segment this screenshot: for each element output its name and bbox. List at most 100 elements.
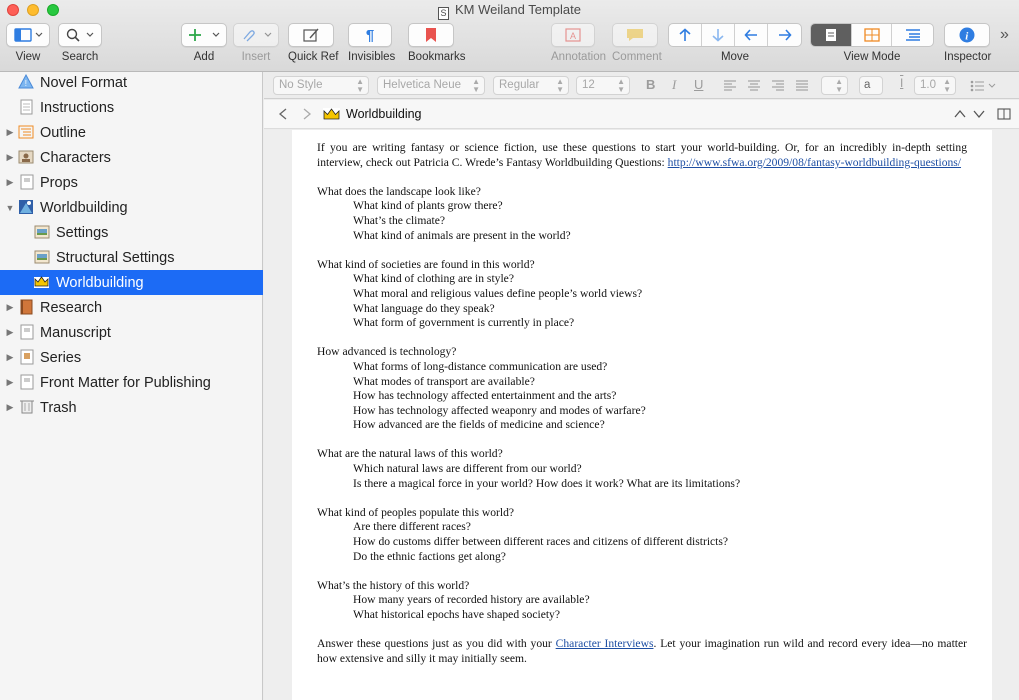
- binder-item-settings[interactable]: Settings: [0, 220, 263, 245]
- question-heading: What are the natural laws of this world?: [317, 447, 503, 461]
- series-card-icon: [20, 349, 34, 365]
- add-control[interactable]: Add: [181, 23, 227, 63]
- binder-item-novel-format[interactable]: ! Novel Format: [0, 70, 263, 95]
- quick-ref-control[interactable]: Quick Ref: [288, 23, 339, 63]
- question-heading: What kind of societies are found in this…: [317, 257, 535, 271]
- binder-item-outline[interactable]: ▶ Outline: [0, 120, 263, 145]
- binder-item-research[interactable]: ▶ Research: [0, 295, 263, 320]
- disclosure-triangle-icon[interactable]: ▶: [5, 327, 15, 338]
- sub-question: What kind of animals are present in the …: [353, 228, 571, 242]
- move-left-arrow-icon[interactable]: [735, 24, 768, 46]
- view-control[interactable]: View: [6, 23, 50, 63]
- binder-item-props[interactable]: ▶ Props: [0, 170, 263, 195]
- binder-item-worldbuilding-folder[interactable]: ▼ Worldbuilding: [0, 195, 263, 220]
- move-label: Move: [720, 51, 750, 63]
- highlight-color-select[interactable]: ▲ ▼: [821, 76, 848, 95]
- worldbuilding-questions-link[interactable]: http://www.sfwa.org/2009/08/fantasy-worl…: [668, 156, 961, 169]
- bookmarks-control[interactable]: Bookmarks: [408, 23, 466, 63]
- outline-icon: [18, 125, 34, 139]
- italic-button[interactable]: I: [672, 77, 676, 93]
- view-mode-label: View Mode: [843, 51, 901, 63]
- comment-control[interactable]: Comment: [612, 23, 662, 63]
- toolbar-overflow-icon[interactable]: »: [1000, 26, 1009, 44]
- pilcrow-icon[interactable]: ¶: [348, 23, 392, 47]
- font-size-select[interactable]: 12 ▲ ▼: [576, 76, 630, 95]
- view-button[interactable]: [6, 23, 50, 47]
- sub-question: What forms of long-distance communicatio…: [353, 359, 608, 373]
- binder-item-series[interactable]: ▶ Series: [0, 345, 263, 370]
- search-control[interactable]: Search: [58, 23, 102, 63]
- binder-item-characters[interactable]: ▶ Characters: [0, 145, 263, 170]
- forward-arrow-icon[interactable]: [302, 108, 312, 120]
- search-label: Search: [61, 51, 99, 63]
- folder-icon: [20, 324, 34, 340]
- paragraph-style-select[interactable]: No Style ▲ ▼: [273, 76, 369, 95]
- editor-header-bar: Worldbuilding: [264, 100, 1019, 129]
- font-weight-select[interactable]: Regular ▲ ▼: [493, 76, 569, 95]
- previous-document-icon[interactable]: [954, 109, 966, 119]
- character-interviews-link[interactable]: Character Interviews: [556, 637, 654, 650]
- alignment-icons[interactable]: [722, 80, 832, 92]
- window-toolbar: S KM Weiland Template View Search Add In…: [0, 0, 1019, 72]
- disclosure-triangle-icon[interactable]: ▶: [5, 127, 15, 138]
- document-text[interactable]: If you are writing fantasy or science fi…: [317, 141, 967, 666]
- question-heading: What kind of peoples populate this world…: [317, 505, 515, 519]
- paperclip-icon: [243, 30, 272, 42]
- comment-button[interactable]: [612, 23, 658, 47]
- scrivenings-mode-icon[interactable]: [811, 24, 852, 46]
- search-button[interactable]: [58, 23, 102, 47]
- disclosure-triangle-open-icon[interactable]: ▼: [5, 203, 15, 213]
- binder-item-trash[interactable]: ▶ Trash: [0, 395, 263, 420]
- closing-paragraph: Answer these questions just as you did w…: [317, 637, 968, 665]
- disclosure-triangle-icon[interactable]: ▶: [5, 402, 15, 413]
- next-document-icon[interactable]: [973, 109, 985, 119]
- view-layout-icon: [14, 28, 43, 42]
- bold-button[interactable]: B: [646, 77, 655, 92]
- view-label: View: [15, 51, 41, 63]
- binder-item-structural-settings[interactable]: Structural Settings: [0, 245, 263, 270]
- line-spacing-select[interactable]: 1.0 ▲ ▼: [914, 76, 956, 95]
- font-family-select[interactable]: Helvetica Neue ▲ ▼: [377, 76, 485, 95]
- sub-question: What kind of clothing are in style?: [353, 272, 514, 286]
- quick-ref-button[interactable]: [288, 23, 334, 47]
- binder-item-worldbuilding-selected[interactable]: Worldbuilding: [0, 270, 263, 295]
- invisibles-control[interactable]: ¶ Invisibles: [348, 23, 395, 63]
- warning-triangle-icon: !: [18, 74, 34, 89]
- disclosure-triangle-icon[interactable]: ▶: [5, 377, 15, 388]
- question-heading: How advanced is technology?: [317, 345, 457, 359]
- corkboard-mode-icon[interactable]: [852, 24, 893, 46]
- annotation-button[interactable]: A: [551, 23, 595, 47]
- sub-question: What modes of transport are available?: [353, 374, 535, 388]
- bookmark-icon: [426, 28, 436, 42]
- disclosure-triangle-icon[interactable]: ▶: [5, 152, 15, 163]
- disclosure-triangle-icon[interactable]: ▶: [5, 177, 15, 188]
- list-style-icon[interactable]: [970, 80, 1000, 92]
- sub-question: Do the ethnic factions get along?: [353, 549, 506, 563]
- annotation-control[interactable]: A Annotation: [551, 23, 606, 63]
- add-button[interactable]: [181, 23, 227, 47]
- move-right-arrow-icon[interactable]: [768, 24, 801, 46]
- insert-control[interactable]: Insert: [233, 23, 279, 63]
- folder-icon: [20, 174, 34, 190]
- binder-item-instructions[interactable]: Instructions: [0, 95, 263, 120]
- inspector-control[interactable]: i Inspector: [944, 23, 991, 63]
- inspector-button[interactable]: i: [944, 23, 990, 47]
- split-editor-icon[interactable]: [997, 108, 1011, 120]
- bookmarks-button[interactable]: [408, 23, 454, 47]
- bookmarks-label: Bookmarks: [408, 51, 466, 63]
- settings-card-icon: [34, 225, 50, 239]
- disclosure-triangle-icon[interactable]: ▶: [5, 302, 15, 313]
- add-label: Add: [193, 51, 215, 63]
- question-heading: What’s the history of this world?: [317, 578, 470, 592]
- outliner-mode-icon[interactable]: [892, 24, 933, 46]
- binder-item-manuscript[interactable]: ▶ Manuscript: [0, 320, 263, 345]
- move-down-arrow-icon[interactable]: [702, 24, 735, 46]
- disclosure-triangle-icon[interactable]: ▶: [5, 352, 15, 363]
- move-up-arrow-icon[interactable]: [669, 24, 702, 46]
- text-color-select[interactable]: a: [859, 76, 883, 95]
- underline-button[interactable]: U: [694, 77, 703, 92]
- insert-button[interactable]: [233, 23, 279, 47]
- quick-ref-icon: [303, 28, 319, 42]
- back-arrow-icon[interactable]: [278, 108, 288, 120]
- binder-item-front-matter[interactable]: ▶ Front Matter for Publishing: [0, 370, 263, 395]
